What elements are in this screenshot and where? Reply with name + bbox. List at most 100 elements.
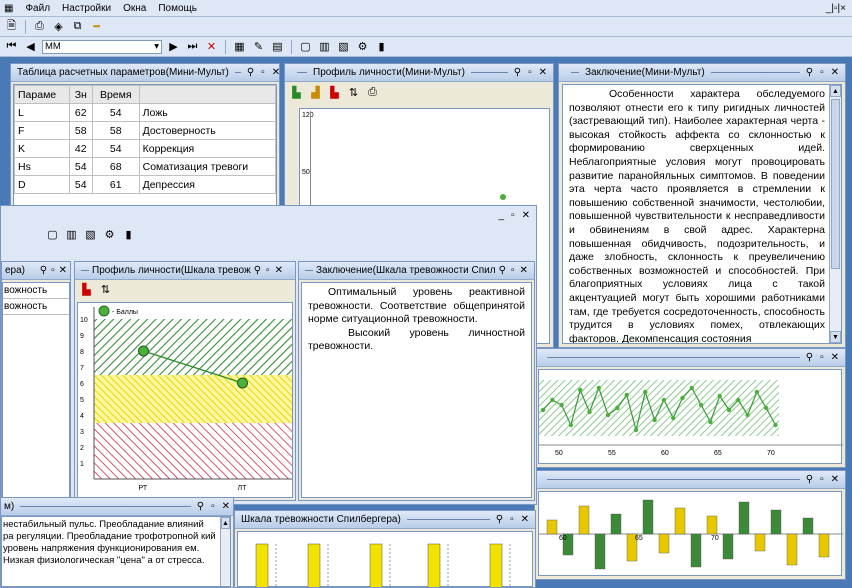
close-icon[interactable]: ✕ (272, 67, 279, 78)
pin-icon[interactable]: ⚲ (514, 67, 521, 78)
delete-icon[interactable]: ✕ (204, 39, 219, 54)
window-icon[interactable]: ▢ (298, 39, 313, 54)
copy-icon[interactable]: ⧉ (70, 19, 85, 34)
restore-icon[interactable]: ▫ (820, 67, 824, 78)
settings-icon[interactable]: ⚙ (355, 39, 370, 54)
book-icon[interactable]: ▮ (374, 39, 389, 54)
close-icon[interactable]: ✕ (831, 474, 839, 485)
pin-icon[interactable]: ⚲ (806, 67, 813, 78)
close-icon[interactable]: ✕ (59, 265, 67, 276)
restore-icon[interactable]: ▫ (820, 474, 824, 485)
data-point (624, 392, 629, 398)
minimize-icon[interactable]: _ (499, 210, 505, 221)
left-table-panel: ера) ⚲ ▫ ✕ вожность вожность (1, 261, 71, 501)
calc-icon[interactable]: ▦ (232, 39, 247, 54)
close-icon[interactable]: ✕ (539, 67, 547, 78)
record-combo[interactable]: ММ ▾ (42, 39, 162, 54)
restore-icon[interactable]: ▫ (511, 265, 515, 276)
col-header[interactable]: Параме (14, 85, 70, 104)
table-row[interactable]: F 58 58 Достоверность (14, 121, 277, 140)
pin-icon[interactable]: ⚲ (496, 514, 503, 525)
scroll-up-icon[interactable]: ▲ (830, 85, 841, 97)
restore-icon[interactable]: ▫ (266, 265, 270, 276)
restore-icon[interactable]: ▫ (51, 265, 55, 276)
data-point (661, 397, 667, 403)
table-row[interactable]: вожность (3, 283, 69, 299)
chart-icon[interactable]: ▥ (64, 227, 79, 242)
data-point[interactable] (237, 377, 248, 389)
bar (255, 543, 269, 587)
new-doc-icon[interactable]: 🗎 (4, 19, 19, 34)
bar (786, 533, 798, 566)
pin-icon[interactable]: ⚲ (499, 265, 506, 276)
next-icon[interactable]: ▶ (166, 39, 181, 54)
table-row[interactable]: D 54 61 Депрессия (14, 175, 277, 194)
pin-icon[interactable]: ⚲ (806, 474, 813, 485)
table-cell: 42 (68, 139, 93, 158)
window-icon[interactable]: ▢ (45, 227, 60, 242)
restore-icon[interactable]: ▫ (510, 514, 514, 525)
print-icon[interactable]: ⎙ (32, 19, 47, 34)
bar (307, 543, 321, 587)
bar-chart-icon[interactable]: ▙ (289, 85, 304, 100)
pin-icon[interactable]: ⚲ (197, 501, 204, 512)
close-icon[interactable]: ✕ (222, 501, 230, 512)
settings-icon[interactable]: ⚙ (102, 227, 117, 242)
scroll-up-icon[interactable]: ▲ (221, 517, 230, 529)
sort-icon[interactable]: ⇅ (98, 282, 113, 297)
bar-chart3-icon[interactable]: ▙ (327, 85, 342, 100)
chevron-down-icon: ▾ (154, 41, 159, 52)
window-controls[interactable]: _|▫|× (826, 3, 846, 14)
pin-icon[interactable]: ⚲ (254, 265, 261, 276)
col-header[interactable]: Время (91, 85, 140, 104)
close-icon[interactable]: ✕ (275, 265, 283, 276)
chart2-icon[interactable]: ▧ (83, 227, 98, 242)
menu-file[interactable]: Файл (25, 3, 50, 14)
data-point[interactable] (138, 345, 149, 357)
table-row[interactable]: L 62 54 Ложь (14, 103, 277, 122)
minus-icon[interactable]: ━ (89, 19, 104, 34)
prev-icon[interactable]: ◀ (23, 39, 38, 54)
close-icon[interactable]: ✕ (522, 210, 530, 221)
edit-icon[interactable]: ✎ (251, 39, 266, 54)
chart2-icon[interactable]: ▧ (336, 39, 351, 54)
menu-windows[interactable]: Окна (123, 3, 146, 14)
y-tick-label: 5 (80, 397, 84, 404)
close-icon[interactable]: ✕ (519, 265, 527, 276)
close-icon[interactable]: ✕ (831, 352, 839, 363)
book-icon[interactable]: ▮ (121, 227, 136, 242)
table-row[interactable]: K 42 54 Коррекция (14, 139, 277, 158)
menu-settings[interactable]: Настройки (62, 3, 111, 14)
data-point (596, 385, 601, 391)
preview-icon[interactable]: ◈ (51, 19, 66, 34)
scroll-down-icon[interactable]: ▼ (830, 331, 841, 343)
last-icon[interactable]: ⏭ (185, 39, 200, 54)
first-icon[interactable]: ⏮ (4, 39, 19, 54)
panel-title: Таблица расчетных параметров(Мини-Мульт) (17, 67, 229, 78)
restore-icon[interactable]: ▫ (261, 67, 265, 78)
col-header[interactable] (138, 85, 277, 104)
scrollbar[interactable]: ▲ (220, 517, 230, 586)
chart-icon[interactable]: ▥ (317, 39, 332, 54)
pin-icon[interactable]: ⚲ (40, 265, 47, 276)
table-cell: D (14, 175, 70, 194)
print-icon[interactable]: ⎙ (365, 85, 380, 100)
scrollbar[interactable]: ▲ ▼ (829, 85, 841, 343)
col-header[interactable]: Зн (68, 85, 93, 104)
menu-help[interactable]: Помощь (158, 3, 197, 14)
bar-chart2-icon[interactable]: ▟ (308, 85, 323, 100)
restore-icon[interactable]: ▫ (511, 210, 515, 221)
restore-icon[interactable]: ▫ (820, 352, 824, 363)
pin-icon[interactable]: ⚲ (247, 67, 254, 78)
report-icon[interactable]: ▤ (270, 39, 285, 54)
sort-icon[interactable]: ⇅ (346, 85, 361, 100)
close-icon[interactable]: ✕ (831, 67, 839, 78)
table-row[interactable]: вожность (3, 299, 69, 315)
restore-icon[interactable]: ▫ (211, 501, 215, 512)
restore-icon[interactable]: ▫ (528, 67, 532, 78)
table-cell: K (14, 139, 70, 158)
pin-icon[interactable]: ⚲ (806, 352, 813, 363)
table-row[interactable]: Hs 54 68 Соматизация тревоги (14, 157, 277, 176)
bar-chart-icon[interactable]: ▙ (79, 282, 94, 297)
close-icon[interactable]: ✕ (521, 514, 529, 525)
